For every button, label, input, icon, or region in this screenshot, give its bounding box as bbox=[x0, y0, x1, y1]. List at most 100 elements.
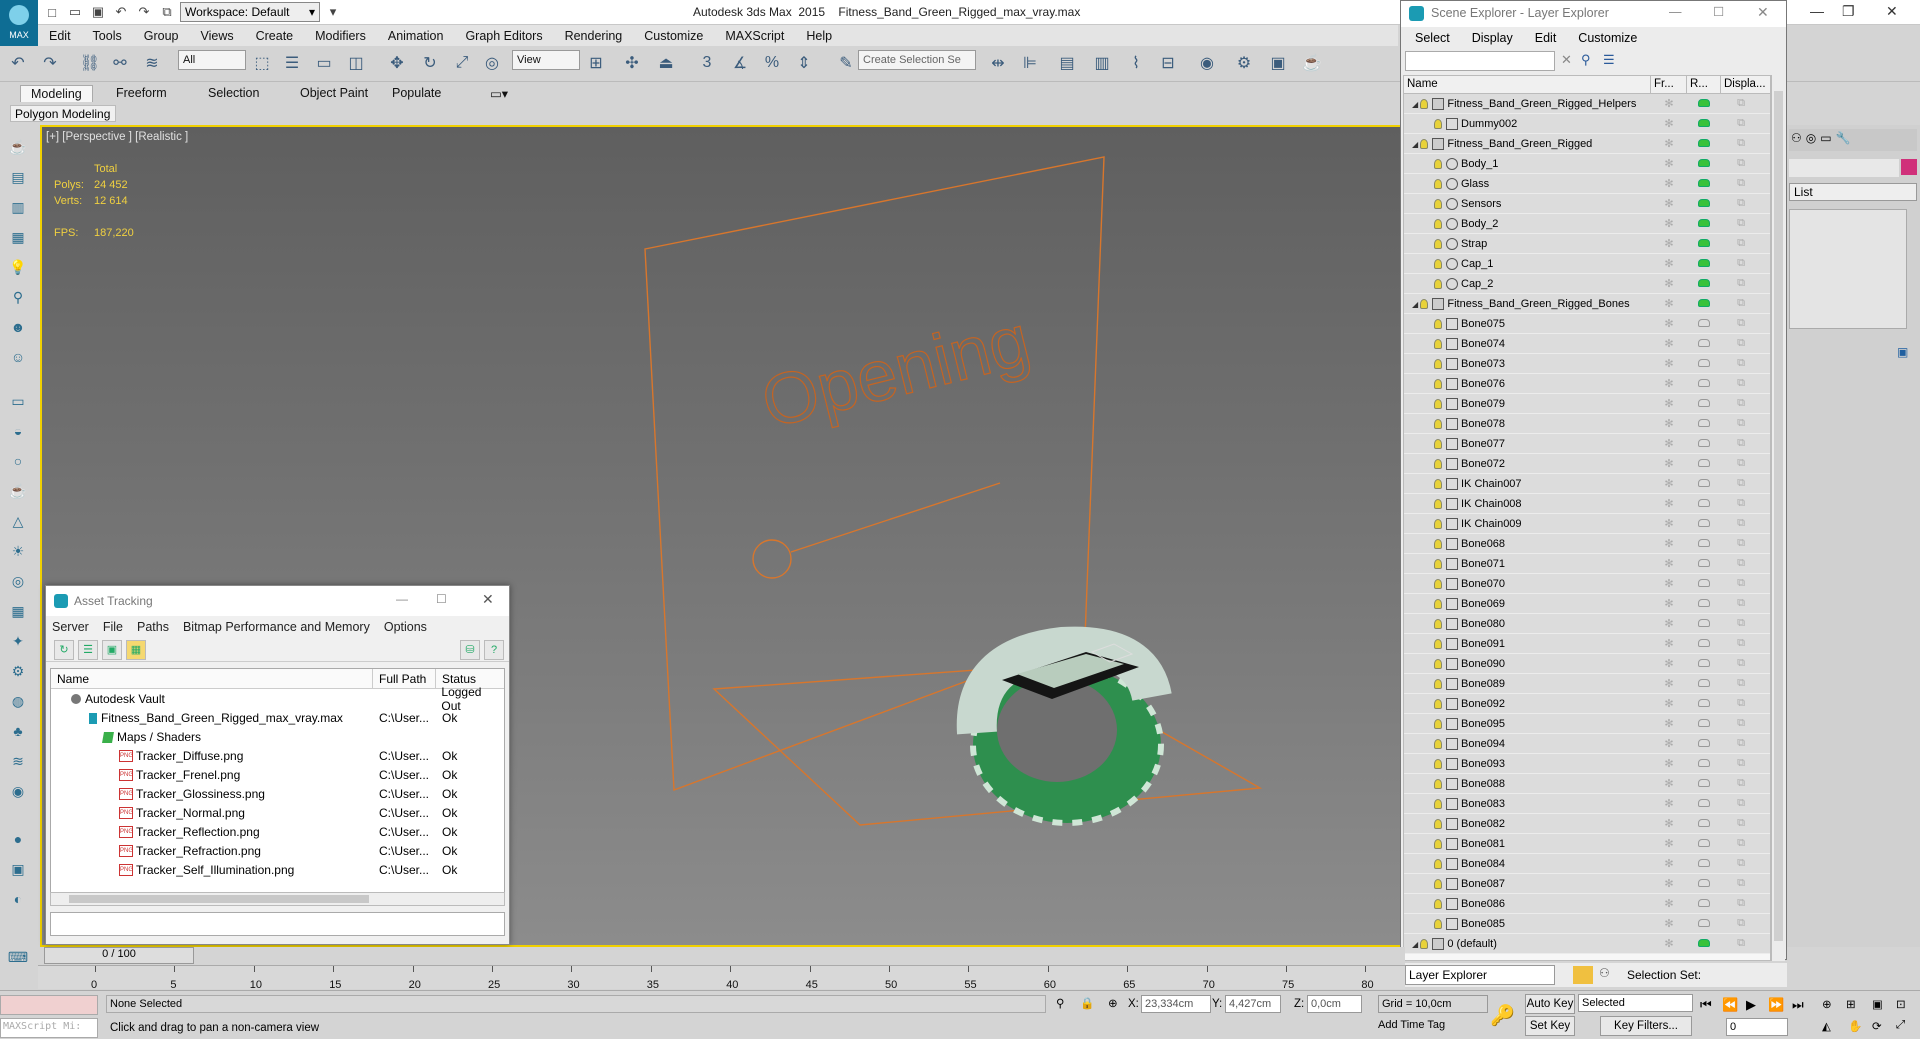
freeze-toggle-icon[interactable]: ✻ bbox=[1651, 597, 1687, 610]
filter-icon[interactable]: ⚲ bbox=[1581, 52, 1591, 68]
go-to-end-icon[interactable]: ⏭ bbox=[1792, 997, 1804, 1013]
display-mode-icon[interactable]: ⧉ bbox=[1721, 697, 1761, 710]
freeze-toggle-icon[interactable]: ✻ bbox=[1651, 117, 1687, 130]
expand-icon[interactable]: ◢ bbox=[1412, 940, 1420, 949]
sun-icon[interactable]: ☀ bbox=[6, 539, 30, 563]
object-row[interactable]: Cap_2 ✻ ⧉ bbox=[1404, 274, 1770, 294]
asset-row[interactable]: PNG Tracker_Frenel.png C:\User... Ok bbox=[51, 765, 504, 784]
object-row[interactable]: Strap ✻ ⧉ bbox=[1404, 234, 1770, 254]
display-mode-icon[interactable]: ⧉ bbox=[1721, 177, 1761, 190]
layer-toggle-icon[interactable] bbox=[1573, 966, 1593, 984]
object-row[interactable]: Bone093 ✻ ⧉ bbox=[1404, 754, 1770, 774]
object-row[interactable]: IK Chain008 ✻ ⧉ bbox=[1404, 494, 1770, 514]
display-mode-icon[interactable]: ⧉ bbox=[1721, 537, 1761, 550]
ribbon-tab-object-paint[interactable]: Object Paint bbox=[300, 86, 368, 100]
se-close-icon[interactable]: ✕ bbox=[1757, 4, 1769, 21]
fov-icon[interactable]: ◭ bbox=[1822, 1019, 1831, 1033]
teapot-prim-icon[interactable]: ☕ bbox=[6, 479, 30, 503]
display-mode-icon[interactable]: ⧉ bbox=[1721, 377, 1761, 390]
freeze-toggle-icon[interactable]: ✻ bbox=[1651, 157, 1687, 170]
hide-toggle-icon[interactable] bbox=[1434, 158, 1442, 169]
renderable-toggle-icon[interactable] bbox=[1698, 338, 1710, 347]
object-row[interactable]: Bone082 ✻ ⧉ bbox=[1404, 814, 1770, 834]
maxscript-listener-icon[interactable]: ⌨ bbox=[6, 945, 30, 969]
light-icon[interactable]: 💡 bbox=[6, 255, 30, 279]
freeze-toggle-icon[interactable]: ✻ bbox=[1651, 497, 1687, 510]
menu-graph-editors[interactable]: Graph Editors bbox=[454, 29, 553, 43]
hide-toggle-icon[interactable] bbox=[1434, 518, 1442, 529]
next-frame-icon[interactable]: ⏩ bbox=[1768, 997, 1784, 1013]
material-icon[interactable]: ◉ bbox=[6, 779, 30, 803]
renderable-toggle-icon[interactable] bbox=[1698, 118, 1710, 127]
layer-explorer-icon[interactable]: ▤ bbox=[1055, 51, 1079, 75]
rotate-icon[interactable]: ↻ bbox=[418, 51, 442, 75]
menu-group[interactable]: Group bbox=[133, 29, 190, 43]
selection-set-input[interactable]: Create Selection Se bbox=[858, 50, 976, 70]
select-object-icon[interactable]: ⬚ bbox=[250, 51, 274, 75]
zoom-extents-icon[interactable]: ▣ bbox=[1872, 997, 1883, 1011]
display-mode-icon[interactable]: ⧉ bbox=[1721, 397, 1761, 410]
grid-icon[interactable]: ▦ bbox=[6, 599, 30, 623]
hide-toggle-icon[interactable] bbox=[1434, 498, 1442, 509]
display-mode-icon[interactable]: ⧉ bbox=[1721, 357, 1761, 370]
hide-toggle-icon[interactable] bbox=[1434, 458, 1442, 469]
display-mode-icon[interactable]: ⧉ bbox=[1721, 657, 1761, 670]
hide-toggle-icon[interactable] bbox=[1434, 218, 1442, 229]
pan-icon[interactable]: ✋ bbox=[1848, 1019, 1862, 1033]
menu-rendering[interactable]: Rendering bbox=[554, 29, 634, 43]
col-full-path[interactable]: Full Path bbox=[373, 669, 436, 688]
scale-icon[interactable]: ⤢ bbox=[450, 51, 474, 75]
renderable-toggle-icon[interactable] bbox=[1698, 878, 1710, 887]
renderable-toggle-icon[interactable] bbox=[1698, 98, 1710, 107]
ribbon-options-icon[interactable]: ▭▾ bbox=[490, 86, 508, 101]
menu-modifiers[interactable]: Modifiers bbox=[304, 29, 377, 43]
angle-snap-icon[interactable]: ∡ bbox=[728, 51, 752, 75]
restore-icon[interactable]: ❐ bbox=[1842, 3, 1855, 20]
display-mode-icon[interactable]: ⧉ bbox=[1721, 337, 1761, 350]
freeze-toggle-icon[interactable]: ✻ bbox=[1651, 937, 1687, 950]
render-production-icon[interactable]: ☕ bbox=[1300, 51, 1324, 75]
rect-selection-icon[interactable]: ▭ bbox=[312, 51, 336, 75]
display-mode-icon[interactable]: ⧉ bbox=[1721, 777, 1761, 790]
renderable-toggle-icon[interactable] bbox=[1698, 378, 1710, 387]
asset-row[interactable]: Fitness_Band_Green_Rigged_max_vray.max C:… bbox=[51, 708, 504, 727]
mirror-icon[interactable]: ⇹ bbox=[986, 51, 1010, 75]
app-menu-button[interactable]: MAX bbox=[0, 0, 38, 46]
col-display[interactable]: Displa... bbox=[1721, 76, 1770, 93]
maxscript-mini-listener-top[interactable] bbox=[0, 995, 98, 1015]
object-row[interactable]: IK Chain009 ✻ ⧉ bbox=[1404, 514, 1770, 534]
hide-toggle-icon[interactable] bbox=[1434, 378, 1442, 389]
hide-toggle-icon[interactable] bbox=[1434, 578, 1442, 589]
freeze-toggle-icon[interactable]: ✻ bbox=[1651, 677, 1687, 690]
percent-snap-icon[interactable]: % bbox=[760, 51, 784, 75]
display-mode-icon[interactable]: ⧉ bbox=[1721, 937, 1761, 950]
object-row[interactable]: Bone071 ✻ ⧉ bbox=[1404, 554, 1770, 574]
freeze-toggle-icon[interactable]: ✻ bbox=[1651, 377, 1687, 390]
freeze-toggle-icon[interactable]: ✻ bbox=[1651, 437, 1687, 450]
display-mode-icon[interactable]: ⧉ bbox=[1721, 277, 1761, 290]
ribbon-tab-selection[interactable]: Selection bbox=[208, 86, 259, 100]
undo-icon[interactable]: ↶ bbox=[6, 51, 30, 75]
undo-icon[interactable]: ↶ bbox=[111, 2, 131, 22]
new-file-icon[interactable]: □ bbox=[42, 2, 62, 22]
col-freeze[interactable]: Fr... bbox=[1651, 76, 1687, 93]
hide-toggle-icon[interactable] bbox=[1434, 418, 1442, 429]
options-icon[interactable]: ☰ bbox=[1603, 52, 1615, 68]
sphere-icon[interactable]: ○ bbox=[6, 449, 30, 473]
freeze-toggle-icon[interactable]: ✻ bbox=[1651, 257, 1687, 270]
menu-animation[interactable]: Animation bbox=[377, 29, 455, 43]
object-row[interactable]: Bone070 ✻ ⧉ bbox=[1404, 574, 1770, 594]
renderable-toggle-icon[interactable] bbox=[1698, 438, 1710, 447]
hide-toggle-icon[interactable] bbox=[1434, 658, 1442, 669]
hide-toggle-icon[interactable] bbox=[1434, 798, 1442, 809]
renderable-toggle-icon[interactable] bbox=[1698, 518, 1710, 527]
renderable-toggle-icon[interactable] bbox=[1698, 538, 1710, 547]
display-mode-icon[interactable]: ⧉ bbox=[1721, 197, 1761, 210]
display-mode-icon[interactable]: ⧉ bbox=[1721, 417, 1761, 430]
crowd-icon[interactable]: ☻ bbox=[6, 315, 30, 339]
asset-row[interactable]: PNG Tracker_Glossiness.png C:\User... Ok bbox=[51, 784, 504, 803]
freeze-toggle-icon[interactable]: ✻ bbox=[1651, 177, 1687, 190]
col-name[interactable]: Name bbox=[51, 669, 373, 688]
renderable-toggle-icon[interactable] bbox=[1698, 458, 1710, 467]
object-row[interactable]: Bone074 ✻ ⧉ bbox=[1404, 334, 1770, 354]
